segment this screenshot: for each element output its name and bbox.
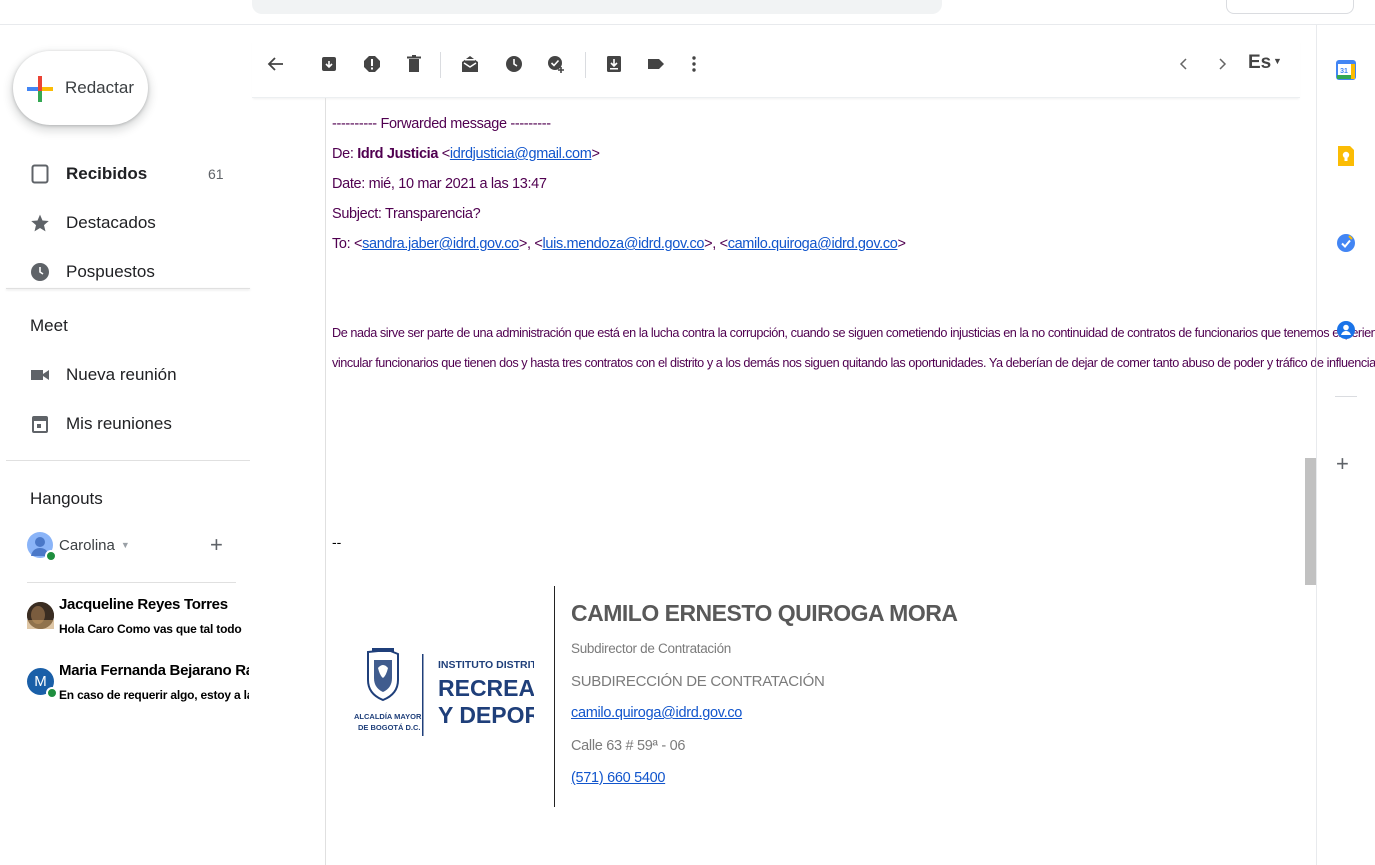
report-spam-icon[interactable] xyxy=(360,52,384,76)
forward-subject: Subject: Transparencia? xyxy=(332,206,481,222)
signature-email[interactable]: camilo.quiroga@idrd.gov.co xyxy=(571,705,742,721)
idrd-logo: ALCALDÍA MAYOR DE BOGOTÁ D.C. INSTITUTO … xyxy=(354,646,593,746)
sidebar-item-label: Pospuestos xyxy=(66,262,155,281)
google-keep-icon[interactable] xyxy=(1336,145,1356,166)
signature-name: CAMILO ERNESTO QUIROGA MORA xyxy=(571,600,958,626)
from-name: Idrd Justicia xyxy=(357,146,439,162)
caret-down-icon[interactable]: ▼ xyxy=(121,540,130,550)
star-icon xyxy=(30,213,50,233)
signature-address: Calle 63 # 59ª - 06 xyxy=(571,738,686,754)
side-panel: 31 + xyxy=(1316,25,1375,865)
sidebar-item-snoozed[interactable]: Pospuestos xyxy=(0,252,250,292)
to-email-link[interactable]: camilo.quiroga@idrd.gov.co xyxy=(728,236,898,252)
message-text-line: vincular funcionarios que tienen dos y h… xyxy=(332,356,1375,370)
sidebar-item-inbox[interactable]: Recibidos 61 xyxy=(0,154,250,194)
svg-text:31: 31 xyxy=(1340,68,1348,75)
google-tasks-icon[interactable] xyxy=(1336,233,1356,253)
avatar xyxy=(27,602,54,629)
forward-date: Date: mié, 10 mar 2021 a las 13:47 xyxy=(332,176,547,192)
chat-contact-name: Jacqueline Reyes Torres xyxy=(59,596,228,613)
mark-unread-icon[interactable] xyxy=(458,52,482,76)
snooze-icon[interactable] xyxy=(502,52,526,76)
svg-text:ALCALDÍA MAYOR: ALCALDÍA MAYOR xyxy=(354,712,422,721)
from-label: De: xyxy=(332,146,358,162)
input-tools-button[interactable]: Es xyxy=(1248,52,1271,74)
avatar-initial: M xyxy=(34,673,47,690)
signature-phone-link[interactable]: (571) 660 5400 xyxy=(571,770,665,786)
to-email-link[interactable]: sandra.jaber@idrd.gov.co xyxy=(362,236,519,252)
signature-email-link[interactable]: camilo.quiroga@idrd.gov.co xyxy=(571,705,742,721)
hangouts-user-name: Carolina xyxy=(59,536,115,554)
compose-plus-icon xyxy=(27,76,53,102)
scrollbar-thumb[interactable] xyxy=(1305,458,1316,585)
inbox-count: 61 xyxy=(208,166,224,182)
more-options-icon[interactable] xyxy=(682,52,706,76)
search-bar[interactable] xyxy=(252,0,942,14)
sidebar-divider xyxy=(6,460,250,461)
side-panel-divider xyxy=(1335,396,1357,397)
google-contacts-icon[interactable] xyxy=(1336,320,1356,340)
message-text-line: De nada sirve ser parte de una administr… xyxy=(332,326,1375,340)
message-border xyxy=(325,98,326,865)
svg-text:RECREACIÓN: RECREACIÓN xyxy=(438,674,534,701)
meet-my-meetings-label: Mis reuniones xyxy=(66,414,172,433)
compose-label: Redactar xyxy=(65,78,134,97)
sidebar-item-starred[interactable]: Destacados xyxy=(0,203,250,243)
inbox-icon xyxy=(30,164,50,184)
chat-item[interactable]: Jacqueline Reyes Torres Hola Caro Como v… xyxy=(27,596,249,644)
signature-phone[interactable]: (571) 660 5400 xyxy=(571,770,665,786)
signature-divider xyxy=(554,586,555,807)
older-chevron-icon[interactable] xyxy=(1210,52,1234,76)
caret-down-icon[interactable]: ▼ xyxy=(1273,56,1282,66)
google-calendar-icon[interactable]: 31 xyxy=(1336,60,1356,80)
svg-text:Y DEPORTE: Y DEPORTE xyxy=(438,702,534,728)
presence-indicator xyxy=(45,550,57,562)
sidebar-divider xyxy=(6,288,250,289)
svg-text:INSTITUTO DISTRITAL DE: INSTITUTO DISTRITAL DE xyxy=(438,659,534,671)
clock-icon xyxy=(30,262,50,282)
meet-new-meeting[interactable]: Nueva reunión xyxy=(0,355,250,395)
hangouts-title: Hangouts xyxy=(30,489,103,508)
account-area[interactable] xyxy=(1226,0,1354,14)
archive-icon[interactable] xyxy=(317,52,341,76)
chat-contact-name: Maria Fernanda Bejarano Ran xyxy=(59,662,249,679)
avatar xyxy=(27,532,57,562)
meet-my-meetings[interactable]: Mis reuniones xyxy=(0,404,250,444)
chat-snippet: Hola Caro Como vas que tal todo xyxy=(59,622,242,636)
get-addons-icon[interactable]: + xyxy=(1336,453,1349,475)
meet-title: Meet xyxy=(30,316,68,335)
forward-to: To: <sandra.jaber@idrd.gov.co>, <luis.me… xyxy=(332,236,906,252)
svg-text:DE BOGOTÁ D.C.: DE BOGOTÁ D.C. xyxy=(358,723,421,732)
calendar-icon xyxy=(30,414,50,434)
hangouts-divider xyxy=(27,582,236,583)
chat-snippet: En caso de requerir algo, estoy a la xyxy=(59,688,249,702)
header-divider xyxy=(0,24,1375,25)
forward-from: De: Idrd Justicia <idrdjusticia@gmail.co… xyxy=(332,146,600,162)
back-arrow-icon[interactable] xyxy=(264,52,288,76)
toolbar-divider xyxy=(585,52,586,78)
compose-button[interactable]: Redactar xyxy=(13,51,148,125)
signature-department: SUBDIRECCIÓN DE CONTRATACIÓN xyxy=(571,673,825,690)
message-toolbar: Es ▼ xyxy=(252,40,1300,98)
toolbar-divider xyxy=(440,52,441,78)
sidebar-item-label: Destacados xyxy=(66,213,156,232)
signature-separator: -- xyxy=(332,534,342,550)
newer-chevron-icon[interactable] xyxy=(1172,52,1196,76)
signature-title: Subdirector de Contratación xyxy=(571,641,731,656)
add-contact-icon[interactable]: + xyxy=(210,534,223,556)
to-label: To: xyxy=(332,236,354,252)
to-email-link[interactable]: luis.mendoza@idrd.gov.co xyxy=(542,236,704,252)
move-to-icon[interactable] xyxy=(602,52,626,76)
meet-new-meeting-label: Nueva reunión xyxy=(66,365,177,384)
chat-item[interactable]: M Maria Fernanda Bejarano Ran En caso de… xyxy=(27,662,249,710)
forward-header: ---------- Forwarded message --------- xyxy=(332,116,551,132)
video-camera-icon xyxy=(30,365,50,385)
presence-indicator xyxy=(46,687,58,699)
avatar: M xyxy=(27,668,58,699)
delete-icon[interactable] xyxy=(402,52,426,76)
label-icon[interactable] xyxy=(644,52,668,76)
bogota-crest-icon xyxy=(367,648,399,702)
add-to-tasks-icon[interactable] xyxy=(544,52,568,76)
from-email-link[interactable]: idrdjusticia@gmail.com xyxy=(450,146,592,162)
